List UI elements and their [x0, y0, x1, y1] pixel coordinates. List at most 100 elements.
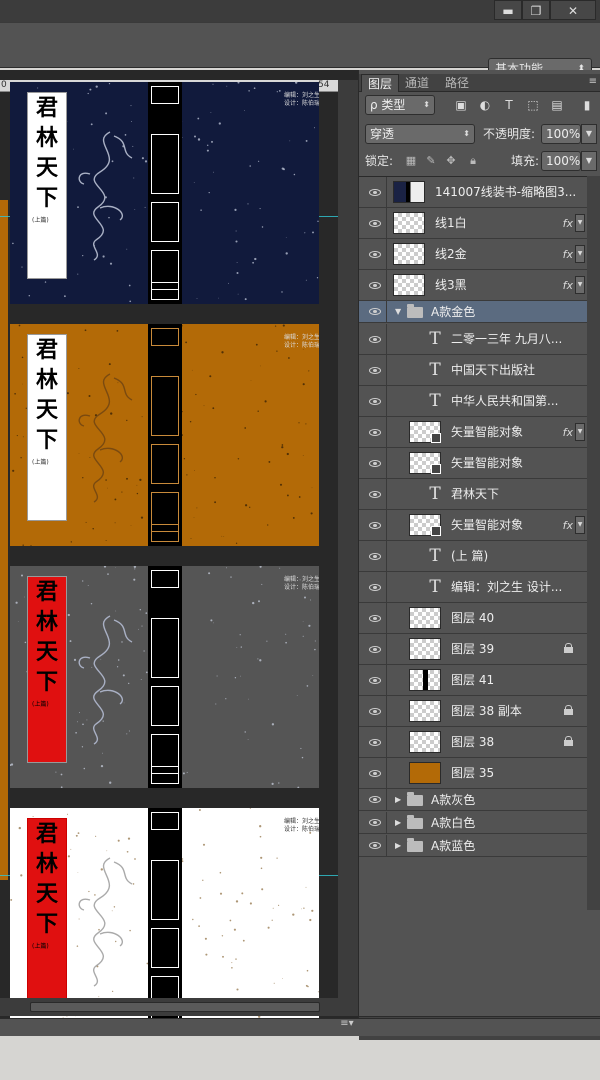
fx-badge[interactable]: fx [563, 417, 573, 448]
layer-row[interactable]: T 中华人民共和国第... [359, 386, 587, 417]
filter-shape-icon[interactable]: ⬚ [525, 97, 541, 113]
lock-position-icon[interactable]: ✥ [443, 153, 459, 169]
filter-toggle-icon[interactable]: ▮ [579, 97, 595, 113]
lock-all-icon[interactable]: 🔒︎ [465, 153, 481, 169]
visibility-toggle[interactable] [363, 510, 387, 540]
book-spine [148, 82, 182, 304]
fill-dropdown-button[interactable]: ▼ [581, 151, 597, 171]
layer-row[interactable]: 线1白 fx ▼ [359, 208, 587, 239]
eye-icon [369, 366, 381, 374]
layer-row[interactable]: ▶ A款蓝色 [359, 835, 587, 857]
layer-row[interactable]: T 君林天下 [359, 479, 587, 510]
scroll-thumb[interactable] [30, 1002, 320, 1012]
fx-expand-arrow-icon[interactable]: ▼ [575, 276, 585, 294]
layer-row[interactable]: 矢量智能对象 [359, 448, 587, 479]
horizontal-scrollbar[interactable] [0, 998, 358, 1016]
fx-expand-arrow-icon[interactable]: ▼ [575, 423, 585, 441]
filter-type-icon[interactable]: T [501, 97, 517, 113]
visibility-toggle[interactable] [363, 239, 387, 269]
tab-layers[interactable]: 图层 [361, 74, 400, 92]
layer-row[interactable]: T (上 篇) [359, 541, 587, 572]
filter-kind-select[interactable]: ρ 类型 ⬍ [365, 95, 435, 115]
tab-channels[interactable]: 通道 [399, 74, 435, 92]
layer-row[interactable]: 图层 35 [359, 758, 587, 789]
layer-row[interactable]: 141007线装书-缩略图3... [359, 177, 587, 208]
fx-badge[interactable]: fx [563, 510, 573, 541]
tab-paths[interactable]: 路径 [439, 74, 475, 92]
layer-row[interactable]: T 编辑：刘之生 设计... [359, 572, 587, 603]
layer-list-scrollbar[interactable] [587, 176, 600, 910]
eye-icon [369, 707, 381, 715]
visibility-toggle[interactable] [363, 386, 387, 416]
layer-row[interactable]: 图层 38 [359, 727, 587, 758]
visibility-toggle[interactable] [363, 812, 387, 833]
layer-row[interactable]: 图层 39 [359, 634, 587, 665]
layer-row[interactable]: 图层 38 副本 [359, 696, 587, 727]
expand-triangle-icon[interactable]: ▶ [395, 835, 401, 857]
spine-band [151, 282, 179, 300]
close-button[interactable]: ✕ [550, 0, 596, 20]
subtitle: (上篇) [32, 701, 49, 708]
layer-row[interactable]: 矢量智能对象 fx ▼ [359, 510, 587, 541]
panel-menu-icon[interactable]: ≡ [589, 76, 597, 87]
visibility-toggle[interactable] [363, 301, 387, 322]
visibility-toggle[interactable] [363, 324, 387, 354]
layer-row[interactable]: 线2金 fx ▼ [359, 239, 587, 270]
visibility-toggle[interactable] [363, 696, 387, 726]
layer-row[interactable]: ▶ A款白色 [359, 812, 587, 834]
layer-row[interactable]: 线3黑 fx ▼ [359, 270, 587, 301]
expand-triangle-icon[interactable]: ▶ [395, 789, 401, 811]
fx-expand-arrow-icon[interactable]: ▼ [575, 516, 585, 534]
layer-row[interactable]: ▼ A款金色 [359, 301, 587, 323]
filter-adjustment-icon[interactable]: ◐ [477, 97, 493, 113]
eye-icon [369, 335, 381, 343]
opacity-dropdown-button[interactable]: ▼ [581, 124, 597, 144]
layer-row[interactable]: 图层 40 [359, 603, 587, 634]
visibility-toggle[interactable] [363, 448, 387, 478]
title-char: 林 [35, 367, 58, 393]
filter-kind-label: ρ 类型 [370, 98, 406, 112]
visibility-toggle[interactable] [363, 572, 387, 602]
fx-expand-arrow-icon[interactable]: ▼ [575, 245, 585, 263]
visibility-toggle[interactable] [363, 177, 387, 207]
text-layer-icon: T [429, 329, 441, 349]
expand-triangle-icon[interactable]: ▼ [395, 301, 401, 323]
fx-badge[interactable]: fx [563, 208, 573, 239]
fx-badge[interactable]: fx [563, 239, 573, 270]
fill-input[interactable]: 100% [541, 151, 581, 171]
expand-triangle-icon[interactable]: ▶ [395, 812, 401, 834]
visibility-toggle[interactable] [363, 355, 387, 385]
visibility-toggle[interactable] [363, 665, 387, 695]
layer-row[interactable]: ▶ A款灰色 [359, 789, 587, 811]
layer-row[interactable]: T 中国天下出版社 [359, 355, 587, 386]
visibility-toggle[interactable] [363, 758, 387, 788]
visibility-toggle[interactable] [363, 727, 387, 757]
maximize-button[interactable]: ❐ [522, 0, 550, 20]
filter-smart-object-icon[interactable]: ▤ [549, 97, 565, 113]
visibility-toggle[interactable] [363, 789, 387, 810]
visibility-toggle[interactable] [363, 634, 387, 664]
visibility-toggle[interactable] [363, 208, 387, 238]
blend-mode-select[interactable]: 穿透 ⬍ [365, 124, 475, 144]
dragon-illustration [78, 373, 133, 503]
fx-badge[interactable]: fx [563, 270, 573, 301]
layer-list: 141007线装书-缩略图3... 线1白 fx ▼ 线2金 fx ▼ 线3黑 fx ▼ ▼ A款金色… [359, 176, 587, 910]
panel-options-icon[interactable]: ≡▾ [336, 1018, 358, 1036]
layer-row[interactable]: T 二零一三年 九月八... [359, 324, 587, 355]
filter-pixel-icon[interactable]: ▣ [453, 97, 469, 113]
minimize-button[interactable]: ▬ [494, 0, 522, 20]
vertical-scrollbar[interactable] [338, 80, 358, 998]
visibility-toggle[interactable] [363, 417, 387, 447]
visibility-toggle[interactable] [363, 541, 387, 571]
visibility-toggle[interactable] [363, 479, 387, 509]
opacity-input[interactable]: 100% [541, 124, 581, 144]
layer-row[interactable]: 矢量智能对象 fx ▼ [359, 417, 587, 448]
credit-text: 编辑：刘之生 设计：陈伯瑞 [284, 334, 319, 349]
fx-expand-arrow-icon[interactable]: ▼ [575, 214, 585, 232]
layer-row[interactable]: 图层 41 [359, 665, 587, 696]
visibility-toggle[interactable] [363, 835, 387, 856]
visibility-toggle[interactable] [363, 603, 387, 633]
lock-transparent-icon[interactable]: ▦ [403, 153, 419, 169]
visibility-toggle[interactable] [363, 270, 387, 300]
lock-brush-icon[interactable]: ✎ [423, 153, 439, 169]
